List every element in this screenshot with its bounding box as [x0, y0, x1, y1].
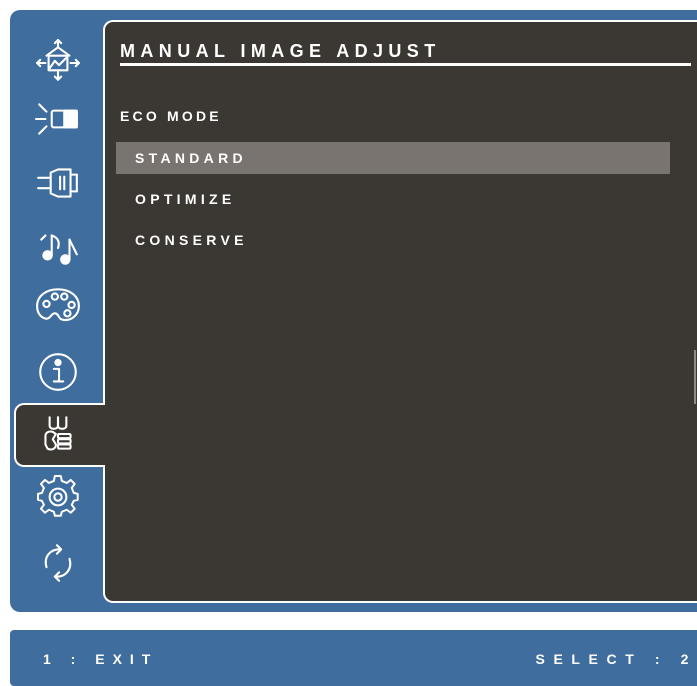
input-select-icon[interactable] — [32, 37, 84, 89]
section-label: ECO MODE — [120, 108, 222, 124]
scroll-indicator — [694, 350, 696, 404]
option-standard[interactable]: STANDARD — [116, 142, 670, 174]
brightness-contrast-icon[interactable] — [32, 93, 84, 145]
exit-hint[interactable]: 1 : EXIT — [43, 651, 158, 667]
connector-icon[interactable] — [32, 157, 84, 209]
page-title: MANUAL IMAGE ADJUST — [120, 41, 441, 61]
manual-image-adjust-icon[interactable] — [32, 408, 84, 460]
select-hint[interactable]: SELECT : 2 — [536, 651, 697, 667]
memory-recall-icon[interactable] — [32, 537, 84, 589]
tab-panel-connector — [103, 405, 107, 465]
color-palette-icon[interactable] — [32, 280, 84, 332]
option-conserve[interactable]: CONSERVE — [116, 224, 670, 256]
setup-gear-icon[interactable] — [32, 471, 84, 523]
information-icon[interactable] — [32, 346, 84, 398]
audio-icon[interactable] — [32, 222, 84, 274]
option-optimize[interactable]: OPTIMIZE — [116, 183, 670, 215]
title-underline — [120, 63, 691, 66]
